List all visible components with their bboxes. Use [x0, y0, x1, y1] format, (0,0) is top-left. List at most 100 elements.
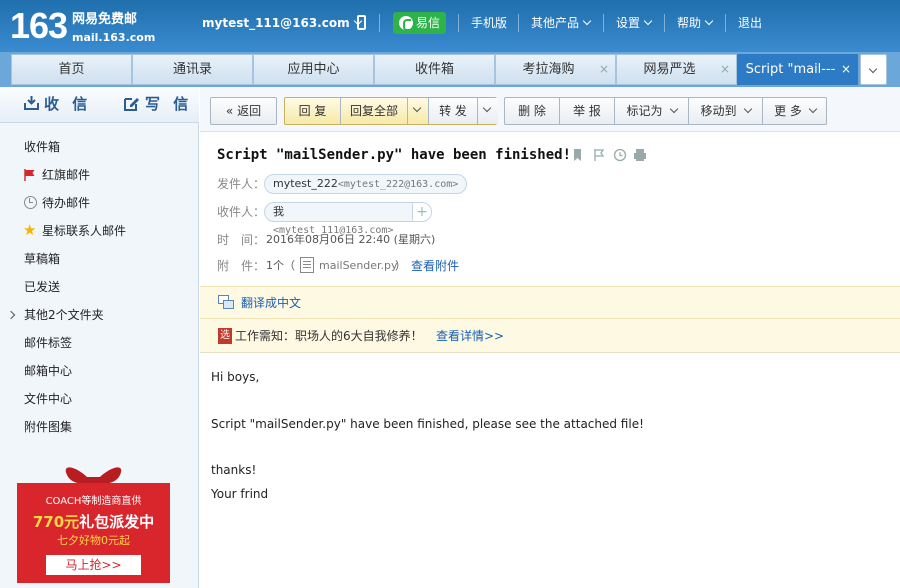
sidebar-item-inbox[interactable]: 收件箱: [24, 139, 60, 155]
time-value: 2016年08月06日 22:40 (星期六): [266, 233, 436, 246]
write-mail-button[interactable]: 写 信: [145, 94, 192, 114]
translate-icon: [218, 295, 234, 309]
yixin-button[interactable]: 易信: [393, 12, 446, 34]
help-menu[interactable]: 帮助: [677, 15, 714, 31]
sidebar-item-other-folders[interactable]: 其他2个文件夹: [24, 307, 104, 323]
chevron-down-icon: [669, 104, 678, 114]
sidebar-item-mailbox-center[interactable]: 邮箱中心: [24, 363, 72, 379]
divider: [664, 14, 665, 32]
tab-yanxuan[interactable]: 网易严选 ×: [616, 54, 737, 85]
back-button[interactable]: « 返回: [210, 97, 277, 125]
star-icon: ★: [23, 221, 37, 239]
forward-dropdown[interactable]: [478, 98, 498, 124]
more-menu[interactable]: 更 多: [763, 98, 827, 124]
attach-filename[interactable]: mailSender.py: [319, 258, 398, 274]
print-icon: [634, 149, 646, 161]
chevron-down-icon: [582, 16, 592, 26]
reply-button[interactable]: 回 复: [285, 98, 340, 124]
action-group: 删 除 举 报 标记为 移动到 更 多: [504, 97, 827, 125]
promo-badge: 选: [218, 328, 232, 344]
tab-bar: 首页 通讯录 应用中心 收件箱 考拉海购 × 网易严选 × Script "mail…: [0, 52, 900, 87]
move-to-menu[interactable]: 移动到: [689, 98, 762, 124]
flag-icon: [24, 169, 35, 181]
add-contact-button[interactable]: +: [412, 202, 432, 222]
mobile-link[interactable]: 手机版: [471, 15, 507, 31]
other-products-menu[interactable]: 其他产品: [531, 15, 592, 31]
chevron-right-icon[interactable]: [6, 310, 16, 320]
receive-mail-button[interactable]: 收 信: [44, 94, 91, 114]
ad-line1: COACH等制造商直供: [45, 496, 142, 507]
logo-number[interactable]: 163: [10, 4, 68, 48]
phone-icon[interactable]: [357, 15, 366, 30]
file-icon: [300, 257, 314, 273]
subject-actions: [574, 148, 646, 162]
ad-line3: 七夕好物0元起: [57, 534, 130, 547]
flag-outline-icon: [594, 149, 605, 161]
divider: [725, 14, 726, 32]
forward-button[interactable]: 转 发: [429, 98, 477, 124]
close-icon[interactable]: ×: [841, 55, 851, 84]
chevron-down-icon: [808, 104, 818, 114]
reply-group: 回 复 回复全部 转 发: [284, 97, 498, 125]
yixin-icon: [399, 16, 413, 31]
sidebar-item-starred-contacts[interactable]: 星标联系人邮件: [42, 223, 126, 239]
chevron-down-icon: [743, 104, 752, 114]
logo-name: 网易免费邮: [72, 12, 138, 27]
sidebar-item-red-flag[interactable]: 红旗邮件: [42, 167, 90, 183]
body-line: Hi boys,: [211, 370, 260, 384]
recipient-chip[interactable]: 我<mytest_111@163.com>: [264, 202, 413, 236]
report-button[interactable]: 举 报: [560, 98, 614, 124]
double-chevron-left-icon: «: [225, 104, 234, 118]
mail-toolbar: « 返回 回 复 回复全部 转 发 删 除 举 报 标记为 移动到 更 多: [200, 87, 900, 132]
promo-bar: 选 工作需知：职场人的6大自我修养！ 查看详情>>: [200, 319, 900, 353]
divider: [458, 14, 459, 32]
promo-text[interactable]: 工作需知：职场人的6大自我修养！: [235, 328, 423, 344]
sidebar-actions: 收 信 写 信: [0, 87, 199, 123]
translate-bar: 翻译成中文: [200, 286, 900, 319]
translate-link[interactable]: 翻译成中文: [241, 295, 301, 311]
sidebar-item-todo[interactable]: 待办邮件: [42, 195, 90, 211]
chevron-down-icon: [643, 16, 653, 26]
sender-chip[interactable]: mytest_222<mytest_222@163.com>: [264, 174, 468, 194]
tab-current-mail[interactable]: Script "mail--- ×: [737, 54, 858, 85]
sidebar-item-mail-tags[interactable]: 邮件标签: [24, 335, 72, 351]
close-icon[interactable]: ×: [599, 55, 609, 84]
close-icon[interactable]: ×: [720, 55, 730, 84]
mail-subject: Script "mailSender.py" have been finishe…: [217, 147, 572, 163]
from-label: 发件人：: [217, 177, 266, 191]
sidebar-item-drafts[interactable]: 草稿箱: [24, 251, 60, 267]
to-label: 收件人：: [217, 205, 266, 219]
settings-menu[interactable]: 设置: [616, 15, 653, 31]
tab-kaola[interactable]: 考拉海购 ×: [495, 54, 616, 85]
tab-contacts[interactable]: 通讯录: [132, 54, 253, 85]
reply-all-button[interactable]: 回复全部: [341, 98, 407, 124]
ad-grab-button[interactable]: 马上抢>>: [45, 554, 142, 576]
chevron-down-icon: [482, 103, 492, 113]
tab-more-button[interactable]: [860, 54, 887, 85]
inbox-icon: [24, 96, 39, 110]
divider: [603, 14, 604, 32]
body-line: Script "mailSender.py" have been finishe…: [211, 417, 644, 431]
promo-link[interactable]: 查看详情>>: [436, 328, 504, 344]
attach-close-paren: ）: [395, 259, 406, 272]
clock-icon: [24, 196, 37, 209]
sidebar-ad[interactable]: COACH等制造商直供 770元礼包派发中 七夕好物0元起 马上抢>>: [17, 461, 170, 583]
sidebar-item-sent[interactable]: 已发送: [24, 279, 60, 295]
attach-label: 附 件：: [217, 259, 266, 273]
sidebar-item-attachment-gallery[interactable]: 附件图集: [24, 419, 72, 435]
account-menu[interactable]: mytest_111@163.com: [202, 15, 362, 31]
view-attachment-link[interactable]: 查看附件: [411, 258, 459, 274]
tab-home[interactable]: 首页: [11, 54, 132, 85]
mark-as-menu[interactable]: 标记为: [615, 98, 688, 124]
chevron-down-icon: [704, 16, 714, 26]
reply-dropdown[interactable]: [408, 98, 428, 124]
tab-app-center[interactable]: 应用中心: [253, 54, 374, 85]
sidebar: 收 信 写 信 收件箱 红旗邮件 待办邮件 ★ 星标联系人邮件 草稿箱 已发送 …: [0, 87, 199, 588]
tab-inbox[interactable]: 收件箱: [374, 54, 495, 85]
attach-count: 1个（: [266, 259, 295, 272]
bookmark-icon: [574, 149, 581, 161]
logout-link[interactable]: 退出: [738, 15, 762, 31]
body-line: thanks!: [211, 463, 257, 477]
delete-button[interactable]: 删 除: [505, 98, 559, 124]
sidebar-item-file-center[interactable]: 文件中心: [24, 391, 72, 407]
